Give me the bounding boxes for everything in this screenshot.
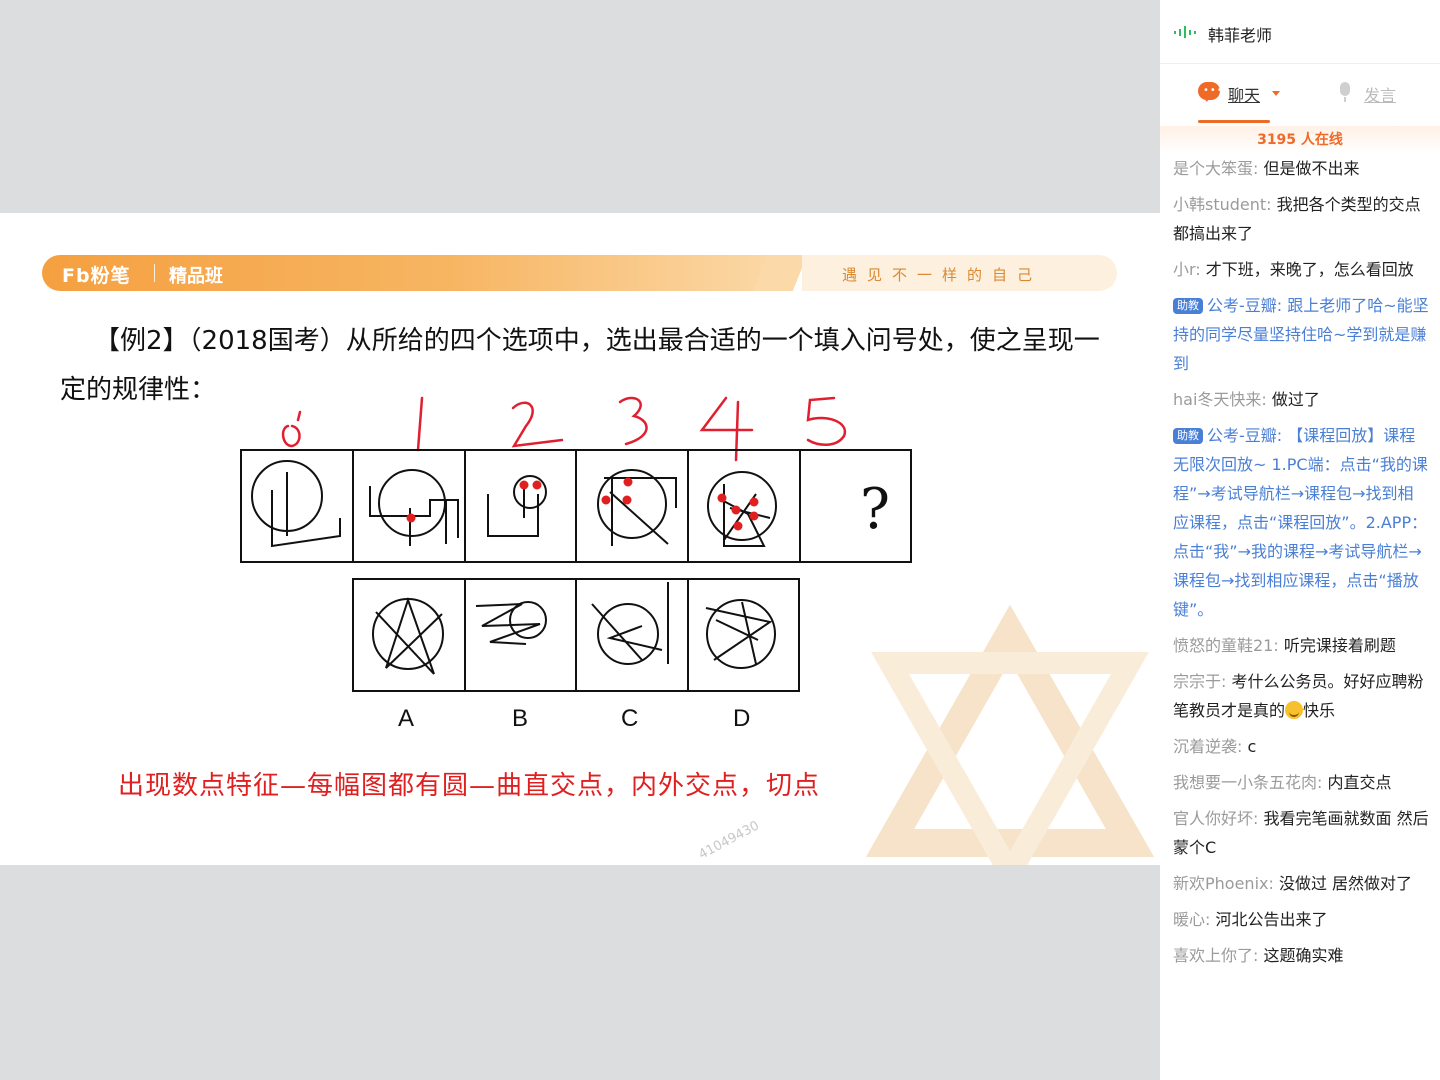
chat-message: 官人你好坏: 我看完笔画就数面 然后蒙个C — [1173, 809, 1429, 857]
chat-message: hai冬天快来: 做过了 — [1173, 390, 1320, 409]
audio-wave-icon — [1174, 26, 1196, 38]
watermark: 41049430 — [696, 818, 762, 863]
option-d-label: D — [733, 705, 750, 732]
online-count-bar: 3195 人在线 — [1160, 126, 1440, 154]
chat-message: 沉着逆袭: c — [1173, 737, 1257, 756]
chat-message: 宗宗于: 考什么公务员。好好应聘粉笔教员才是真的 快乐 — [1173, 672, 1424, 720]
smile-emoji-icon — [1285, 701, 1304, 719]
lecture-slide: Fb粉笔 精品班 遇见不一样的自己 【例2】（2018国考）从所给的四个选项中，… — [0, 213, 1160, 865]
slogan: 遇见不一样的自己 — [842, 266, 1043, 284]
video-stage: Fb粉笔 精品班 遇见不一样的自己 【例2】（2018国考）从所给的四个选项中，… — [0, 0, 1160, 1080]
chat-message-list[interactable]: 是个大笨蛋: 但是做不出来 小韩student: 我把各个类型的交点都搞出来了 … — [1173, 154, 1429, 977]
red-caption: 出现数点特征—每幅图都有圆—曲直交点，内外交点，切点 — [118, 771, 821, 801]
assistant-badge: 助教 — [1173, 428, 1203, 444]
product-name: 精品班 — [169, 266, 223, 287]
intersection-dots — [406, 477, 759, 531]
question-mark: ? — [860, 477, 890, 542]
chat-message-assistant: 助教 公考-豆瓣: 跟上老师了哈~能坚持的同学尽量坚持住哈~学到就是赚到 — [1173, 296, 1429, 373]
chat-message: 小r: 才下班，来晚了，怎么看回放 — [1173, 260, 1414, 279]
assistant-badge: 助教 — [1173, 298, 1203, 314]
chat-message: 暖心: 河北公告出来了 — [1173, 910, 1328, 929]
online-count: 3195 人在线 — [1257, 132, 1343, 148]
microphone-icon — [1340, 82, 1350, 96]
active-tab-indicator — [1198, 120, 1270, 123]
teacher-name: 韩菲老师 — [1208, 26, 1273, 45]
chat-message: 愤怒的童鞋21: 听完课接着刷题 — [1173, 636, 1396, 655]
chat-message: 我想要一小条五花肉: 内直交点 — [1173, 773, 1392, 792]
tab-chat-label: 聊天 — [1228, 86, 1261, 105]
tab-speak-label: 发言 — [1364, 86, 1397, 105]
decorative-star — [865, 604, 1155, 865]
chat-message: 是个大笨蛋: 但是做不出来 — [1173, 159, 1360, 178]
chevron-down-icon[interactable] — [1272, 91, 1280, 96]
option-c-label: C — [621, 705, 638, 732]
chat-message: 新欢Phoenix: 没做过 居然做对了 — [1173, 874, 1413, 893]
chat-bubble-icon: ••• — [1198, 82, 1223, 102]
chat-message-assistant: 助教 公考-豆瓣: 【课程回放】课程无限次回放~ 1.PC端：点击“我的课程”→考… — [1173, 426, 1428, 619]
chat-message: 喜欢上你了: 这题确实难 — [1173, 946, 1344, 965]
chat-message: 小韩student: 我把各个类型的交点都搞出来了 — [1173, 195, 1421, 243]
puzzle-figure: ? A B C D — [240, 396, 912, 732]
option-b-label: B — [512, 705, 528, 732]
fenbi-logo: Fb粉笔 — [62, 265, 131, 287]
slide-banner: Fb粉笔 精品班 遇见不一样的自己 — [42, 255, 1117, 291]
chat-sidebar: 韩菲老师 ••• 聊天 发言 3195 人在线 是个大笨蛋: 但是做不出来 小韩… — [1160, 0, 1440, 1080]
option-a-label: A — [398, 705, 414, 732]
